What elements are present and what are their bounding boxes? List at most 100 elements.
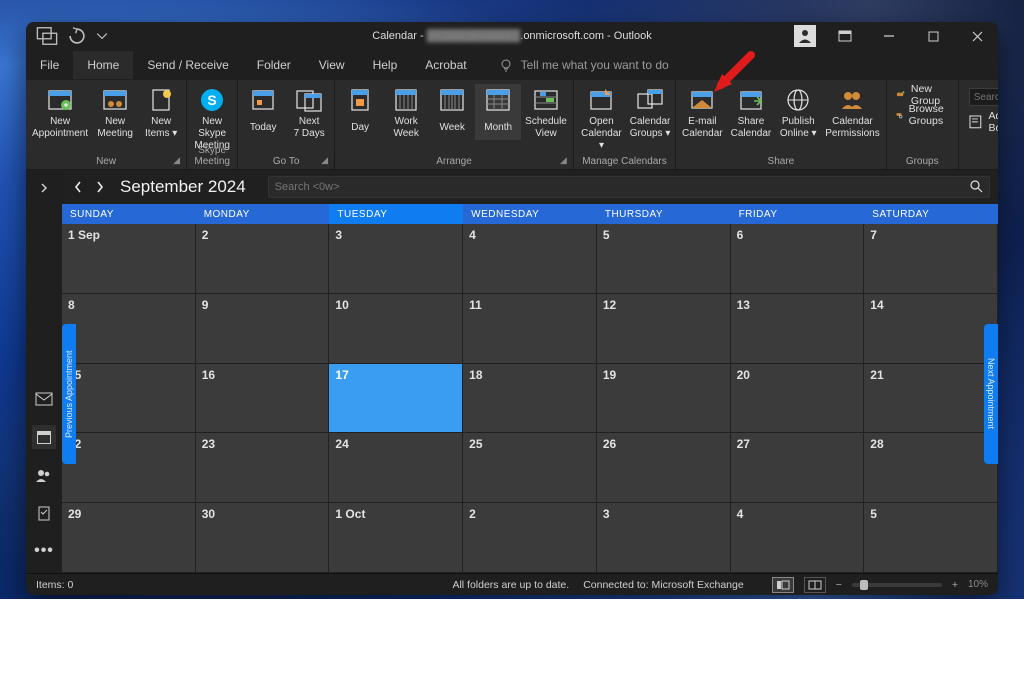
today-button[interactable]: Today — [240, 84, 286, 140]
tell-me-search[interactable]: Tell me what you want to do — [499, 58, 669, 72]
search-icon[interactable] — [969, 179, 983, 196]
workweek-button[interactable]: Work Week — [383, 84, 429, 140]
new-group-button[interactable]: New Group — [895, 86, 950, 104]
undo-icon[interactable] — [66, 25, 88, 47]
mail-nav-icon[interactable] — [32, 387, 56, 411]
cal-groups-button[interactable]: Calendar Groups ▾ — [627, 84, 673, 152]
calendar-cell[interactable]: 5 — [597, 224, 731, 294]
search-people-input[interactable] — [969, 88, 998, 106]
calendar-cell[interactable]: 30 — [196, 503, 330, 573]
calendar-cell[interactable]: 14 — [864, 294, 998, 364]
week-button[interactable]: Week — [429, 84, 475, 140]
calendar-cell[interactable]: 6 — [731, 224, 865, 294]
calendar-cell[interactable]: 12 — [597, 294, 731, 364]
tab-file[interactable]: File — [26, 51, 73, 79]
more-nav-icon[interactable]: ••• — [32, 539, 56, 563]
calendar-cell[interactable]: 16 — [196, 364, 330, 434]
calendar-cell[interactable]: 8 — [62, 294, 196, 364]
qat-dropdown-icon[interactable] — [96, 25, 108, 47]
calendar-search[interactable] — [268, 176, 990, 198]
ribbon-display-options-icon[interactable] — [824, 22, 866, 50]
calendar-cell[interactable]: 21 — [864, 364, 998, 434]
calendar-cell[interactable]: 2 — [196, 224, 330, 294]
calendar-cell[interactable]: 4 — [731, 503, 865, 573]
calendar-cell[interactable]: 22 — [62, 433, 196, 503]
calendar-cell[interactable]: 29 — [62, 503, 196, 573]
close-icon[interactable] — [956, 22, 998, 50]
calendar-search-input[interactable] — [275, 181, 969, 193]
calendar-cell[interactable]: 23 — [196, 433, 330, 503]
calendar-cell[interactable]: 26 — [597, 433, 731, 503]
new-items-button[interactable]: New Items ▾ — [138, 84, 184, 140]
calendar-cell[interactable]: 11 — [463, 294, 597, 364]
calendar-cell[interactable]: 28 — [864, 433, 998, 503]
previous-appointment-tab[interactable]: Previous Appointment — [62, 324, 76, 464]
calendar-cell[interactable]: 19 — [597, 364, 731, 434]
calendar-cell[interactable]: 3 — [329, 224, 463, 294]
calendar-cell[interactable]: 5 — [864, 503, 998, 573]
dialog-launcher-icon[interactable]: ◢ — [560, 156, 570, 166]
next-appointment-tab[interactable]: Next Appointment — [984, 324, 998, 464]
calendar-cell[interactable]: 2 — [463, 503, 597, 573]
cal-perm-icon — [838, 86, 866, 114]
tab-help[interactable]: Help — [359, 51, 412, 79]
week-row: 15161718192021 — [62, 364, 998, 434]
maximize-icon[interactable] — [912, 22, 954, 50]
share-cal-button[interactable]: Share Calendar — [727, 84, 776, 140]
appointment-icon — [46, 86, 74, 114]
browse-groups-button[interactable]: Browse Groups — [895, 106, 950, 124]
minimize-icon[interactable] — [868, 22, 910, 50]
tab-send-receive[interactable]: Send / Receive — [133, 51, 242, 79]
address-book-button[interactable]: Address Book — [969, 110, 998, 134]
view-reading-icon[interactable] — [804, 577, 826, 593]
calendar-cell[interactable]: 7 — [864, 224, 998, 294]
calendar-cell[interactable]: 13 — [731, 294, 865, 364]
day-button[interactable]: Day — [337, 84, 383, 140]
calendar-cell[interactable]: 10 — [329, 294, 463, 364]
ribbon-label: E-mail Calendar — [682, 116, 723, 140]
tab-home[interactable]: Home — [73, 51, 133, 79]
cal-perm-button[interactable]: Calendar Permissions — [821, 84, 883, 140]
month-button[interactable]: Month — [475, 84, 521, 140]
user-avatar[interactable] — [794, 25, 816, 47]
zoom-slider[interactable] — [852, 583, 942, 587]
calendar-cell[interactable]: 4 — [463, 224, 597, 294]
dialog-launcher-icon[interactable]: ◢ — [321, 156, 331, 166]
calendar-cell[interactable]: 15 — [62, 364, 196, 434]
email-cal-button[interactable]: E-mail Calendar — [678, 84, 727, 140]
view-normal-icon[interactable] — [772, 577, 794, 593]
schedule-button[interactable]: Schedule View — [521, 84, 571, 140]
skype-button[interactable]: SNew Skype Meeting — [189, 84, 235, 152]
date-number: 2 — [202, 228, 209, 242]
calendar-cell[interactable]: 18 — [463, 364, 597, 434]
calendar-cell[interactable]: 25 — [463, 433, 597, 503]
tab-acrobat[interactable]: Acrobat — [411, 51, 480, 79]
prev-month-button[interactable] — [70, 179, 86, 195]
tab-view[interactable]: View — [305, 51, 359, 79]
qat-customize-icon[interactable] — [36, 25, 58, 47]
calendar-cell[interactable]: 20 — [731, 364, 865, 434]
calendar-cell[interactable]: 1 Oct — [329, 503, 463, 573]
expand-nav-icon[interactable] — [32, 176, 56, 200]
people-nav-icon[interactable] — [32, 463, 56, 487]
zoom-minus-icon[interactable]: − — [836, 579, 842, 591]
calendar-cell[interactable]: 27 — [731, 433, 865, 503]
calendar-cell[interactable]: 9 — [196, 294, 330, 364]
open-cal-button[interactable]: Open Calendar ▾ — [576, 84, 627, 152]
meeting-button[interactable]: New Meeting — [92, 84, 138, 140]
calendar-cell[interactable]: 17 — [329, 364, 463, 434]
tasks-nav-icon[interactable] — [32, 501, 56, 525]
calendar-cell[interactable]: 1 Sep — [62, 224, 196, 294]
zoom-plus-icon[interactable]: + — [952, 579, 958, 591]
publish-button[interactable]: Publish Online ▾ — [775, 84, 821, 140]
date-number: 5 — [870, 507, 877, 521]
month-icon — [484, 86, 512, 114]
calendar-cell[interactable]: 24 — [329, 433, 463, 503]
calendar-cell[interactable]: 3 — [597, 503, 731, 573]
tab-folder[interactable]: Folder — [243, 51, 305, 79]
next-month-button[interactable] — [92, 179, 108, 195]
dialog-launcher-icon[interactable]: ◢ — [173, 156, 183, 166]
appointment-button[interactable]: New Appointment — [28, 84, 92, 140]
calendar-nav-icon[interactable] — [32, 425, 56, 449]
next7-button[interactable]: Next 7 Days — [286, 84, 332, 140]
